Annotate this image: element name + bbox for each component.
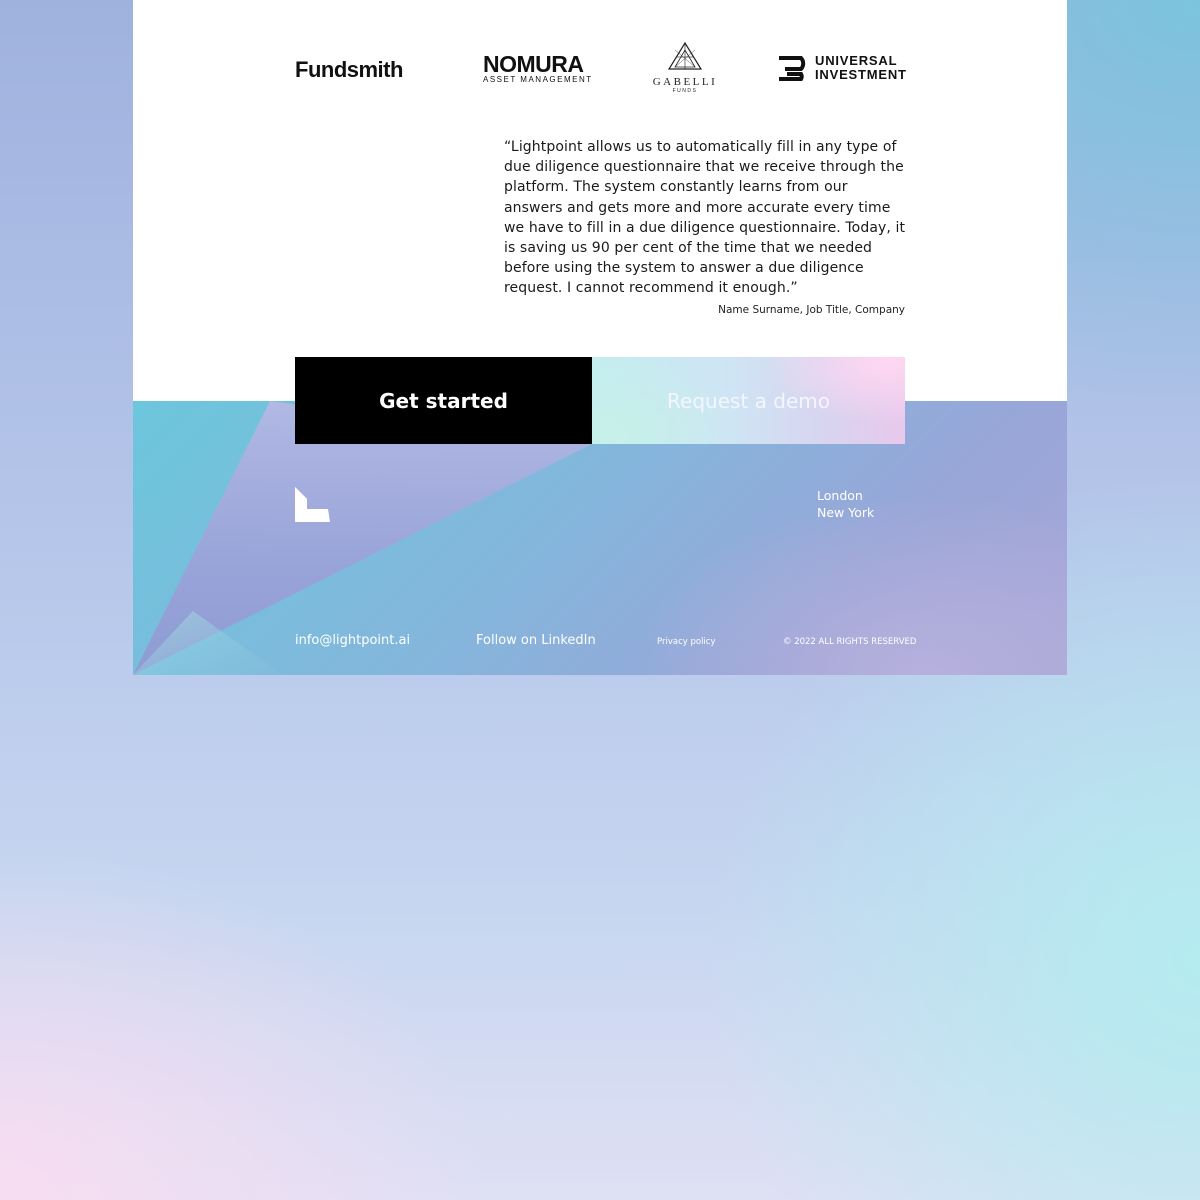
linkedin-link[interactable]: Follow on LinkedIn [476,633,596,648]
client-logos: Fundsmith NOMURA ASSET MANAGEMENT GABELL… [295,40,907,100]
office-locations: London New York [817,487,874,521]
lightpoint-logo-icon[interactable] [295,487,330,522]
nomura-logo-sub: ASSET MANAGEMENT [483,75,593,84]
city-london: London [817,488,863,503]
content-card: Fundsmith NOMURA ASSET MANAGEMENT GABELL… [133,0,1067,675]
universal-logo-line2: INVESTMENT [815,67,907,82]
nomura-logo: NOMURA ASSET MANAGEMENT [483,51,593,85]
universal-investment-logo-text: UNIVERSAL INVESTMENT [815,54,907,82]
privacy-policy-link[interactable]: Privacy policy [657,637,716,647]
gabelli-logo-sub: FUNDS [672,88,698,94]
city-new-york: New York [817,505,875,520]
testimonial-quote: “Lightpoint allows us to automatically f… [504,139,906,297]
gabelli-logo-main: GABELLI [652,76,718,88]
request-demo-button[interactable]: Request a demo [592,357,905,444]
copyright-text: © 2022 ALL RIGHTS RESERVED [783,637,917,647]
gabelli-pyramid-icon [667,41,703,70]
testimonial-attribution: Name Surname, Job Title, Company [718,304,905,316]
get-started-button[interactable]: Get started [295,357,592,444]
email-link[interactable]: info@lightpoint.ai [295,633,410,648]
nomura-logo-main: NOMURA [483,51,584,77]
fundsmith-logo: Fundsmith [295,57,403,82]
universal-investment-mark-icon [779,56,806,81]
universal-logo-line1: UNIVERSAL [815,53,898,68]
gabelli-logo: GABELLI FUNDS [649,41,721,94]
universal-investment-logo: UNIVERSAL INVESTMENT [777,54,907,84]
